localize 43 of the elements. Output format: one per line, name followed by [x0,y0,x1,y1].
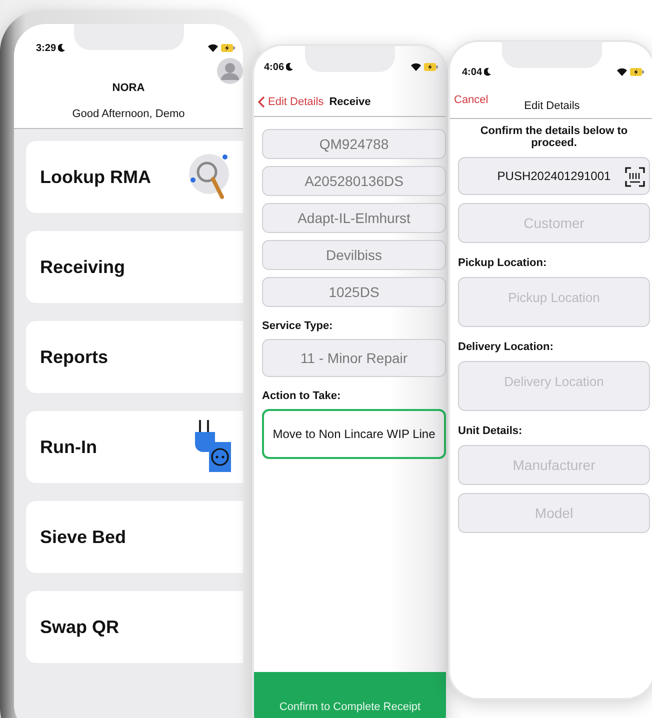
app-title: NORA [112,82,145,94]
value-field[interactable]: Adapt-IL-Elmhurst [262,203,446,233]
wifi-icon [208,44,218,52]
screen-title: Edit Details [524,100,580,112]
barcode-scan-icon[interactable] [625,167,645,187]
avatar-icon[interactable] [217,58,243,84]
menu-card[interactable]: Lookup RMA [26,141,243,213]
menu-card[interactable]: Sieve Bed [26,501,243,573]
instruction-text: Confirm the details below to proceed. [479,125,629,149]
wifi-icon [617,68,627,76]
value-field[interactable]: QM924788 [262,129,446,159]
battery-icon [630,68,644,76]
menu-card[interactable]: Reports [26,321,243,393]
cancel-button[interactable]: Cancel [454,94,488,106]
value-field[interactable]: Devilbiss [262,240,446,270]
confirm-button[interactable]: Confirm to Complete Receipt [254,672,446,718]
menu-card[interactable]: Run-In [26,411,243,483]
field-label: Action to Take: [262,390,342,402]
value-field[interactable]: 1025DS [262,277,446,307]
status-time: 4:04 [462,66,492,78]
status-time: 3:29 [36,42,66,54]
action-option[interactable]: Move to Non Lincare WIP Line [262,409,446,459]
menu-card[interactable]: Receiving [26,231,243,303]
value-field[interactable]: PUSH202401291001 [458,157,650,195]
battery-icon [221,44,235,52]
field-label: Pickup Location: [458,257,548,269]
wifi-icon [411,63,421,71]
status-time: 4:06 [264,62,294,72]
value-field[interactable]: A205280136DS [262,166,446,196]
moon-icon [484,68,492,76]
field-label: Delivery Location: [458,341,554,353]
moon-icon [58,44,66,52]
back-chevron-icon [258,96,265,108]
moon-icon [286,63,294,71]
greeting-text: Good Afternoon, Demo [72,108,185,120]
battery-icon [424,63,438,71]
back-button[interactable]: Edit Details [258,96,324,108]
field-label: Service Type: [262,320,334,332]
value-field[interactable]: 11 - Minor Repair [262,339,446,377]
menu-card[interactable]: Swap QR [26,591,243,663]
screen-title: Receive [329,96,371,108]
field-label: Unit Details: [458,425,524,437]
plug-icon [193,420,233,474]
